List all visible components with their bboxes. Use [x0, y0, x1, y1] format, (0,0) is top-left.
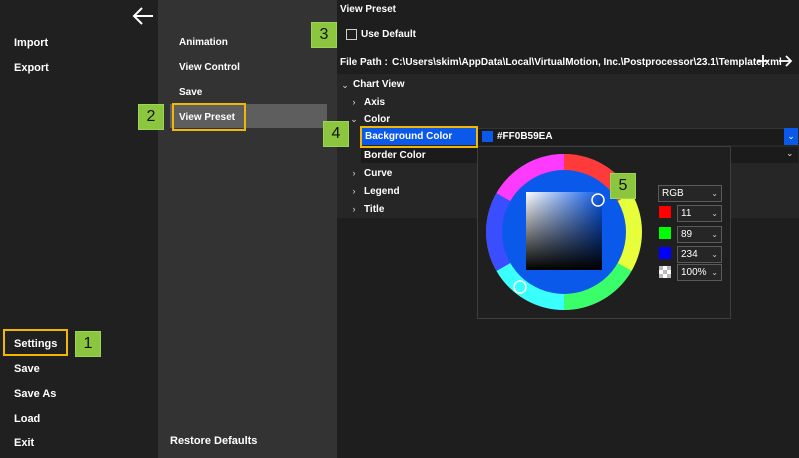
callout-box-view-preset [172, 103, 246, 131]
color-mode-select[interactable]: RGB ⌄ [658, 185, 722, 202]
blue-channel-input[interactable]: 234 ⌄ [677, 246, 722, 263]
restore-defaults-button[interactable]: Restore Defaults [170, 435, 257, 447]
callout-box-settings [3, 329, 68, 356]
red-swatch [659, 206, 671, 218]
chevron-down-icon: ⌄ [711, 268, 718, 277]
settings-item-save[interactable]: Save [179, 87, 202, 98]
chevron-down-icon: ⌄ [711, 230, 718, 239]
chevron-down-icon: ⌄ [711, 209, 718, 218]
alpha-value: 100% [681, 267, 707, 278]
color-swatch [482, 131, 493, 142]
green-value: 89 [681, 229, 693, 240]
tree-item-color[interactable]: Color [364, 114, 390, 125]
arrow-right-icon[interactable] [778, 54, 793, 71]
red-value: 11 [681, 208, 692, 219]
callout-badge-5: 5 [610, 173, 636, 199]
chevron-down-icon[interactable]: ⌄ [784, 128, 798, 145]
callout-badge-4: 4 [323, 121, 349, 147]
main-sidebar: Import Export Settings Save Save As Load… [0, 0, 158, 458]
callout-badge-2: 2 [138, 104, 164, 130]
back-arrow-icon[interactable] [131, 6, 155, 26]
settings-menu-panel: Animation View Control Save Restore Defa… [158, 0, 337, 458]
chevron-down-icon: ⌄ [711, 250, 718, 259]
tree-item-legend[interactable]: Legend [364, 186, 400, 197]
color-mode-value: RGB [662, 188, 684, 199]
tree-item-title[interactable]: Title [364, 204, 384, 215]
settings-item-view-control[interactable]: View Control [179, 62, 240, 73]
plus-icon[interactable] [756, 54, 770, 71]
sidebar-item-save[interactable]: Save [14, 363, 40, 375]
blue-swatch [659, 247, 671, 259]
alpha-checker-icon [659, 266, 671, 278]
page-title: View Preset [340, 4, 396, 15]
chevron-down-icon[interactable]: ⌄ [349, 114, 359, 124]
green-channel-input[interactable]: 89 ⌄ [677, 226, 722, 243]
chevron-down-icon: ⌄ [711, 189, 718, 198]
chevron-down-icon[interactable]: ⌄ [786, 148, 794, 159]
red-channel-input[interactable]: 11 ⌄ [677, 205, 722, 222]
tree-item-border-color[interactable]: Border Color [364, 150, 426, 161]
settings-item-animation[interactable]: Animation [179, 37, 228, 48]
blue-value: 234 [681, 249, 698, 260]
use-default-label: Use Default [361, 29, 417, 40]
tree-item-chart-view[interactable]: Chart View [353, 79, 405, 90]
sidebar-item-save-as[interactable]: Save As [14, 388, 56, 400]
callout-badge-3: 3 [311, 22, 337, 48]
callout-badge-1: 1 [75, 331, 101, 357]
chevron-right-icon[interactable]: › [349, 204, 359, 214]
green-swatch [659, 227, 671, 239]
sidebar-item-import[interactable]: Import [14, 37, 48, 49]
tree-item-axis[interactable]: Axis [364, 97, 385, 108]
sidebar-item-load[interactable]: Load [14, 413, 40, 425]
chevron-right-icon[interactable]: › [349, 186, 359, 196]
chevron-right-icon[interactable]: › [349, 168, 359, 178]
chevron-right-icon[interactable]: › [349, 97, 359, 107]
sidebar-item-export[interactable]: Export [14, 62, 49, 74]
sidebar-item-exit[interactable]: Exit [14, 437, 34, 449]
background-color-value: #FF0B59EA [497, 131, 553, 142]
file-path-value[interactable]: C:\Users\skim\AppData\Local\VirtualMotio… [392, 57, 782, 68]
chevron-down-icon[interactable]: ⌄ [340, 80, 350, 90]
use-default-checkbox[interactable] [346, 29, 357, 40]
alpha-channel-input[interactable]: 100% ⌄ [677, 264, 722, 281]
callout-box-background-color [360, 126, 478, 148]
tree-item-curve[interactable]: Curve [364, 168, 392, 179]
file-path-label: File Path : [340, 57, 388, 68]
